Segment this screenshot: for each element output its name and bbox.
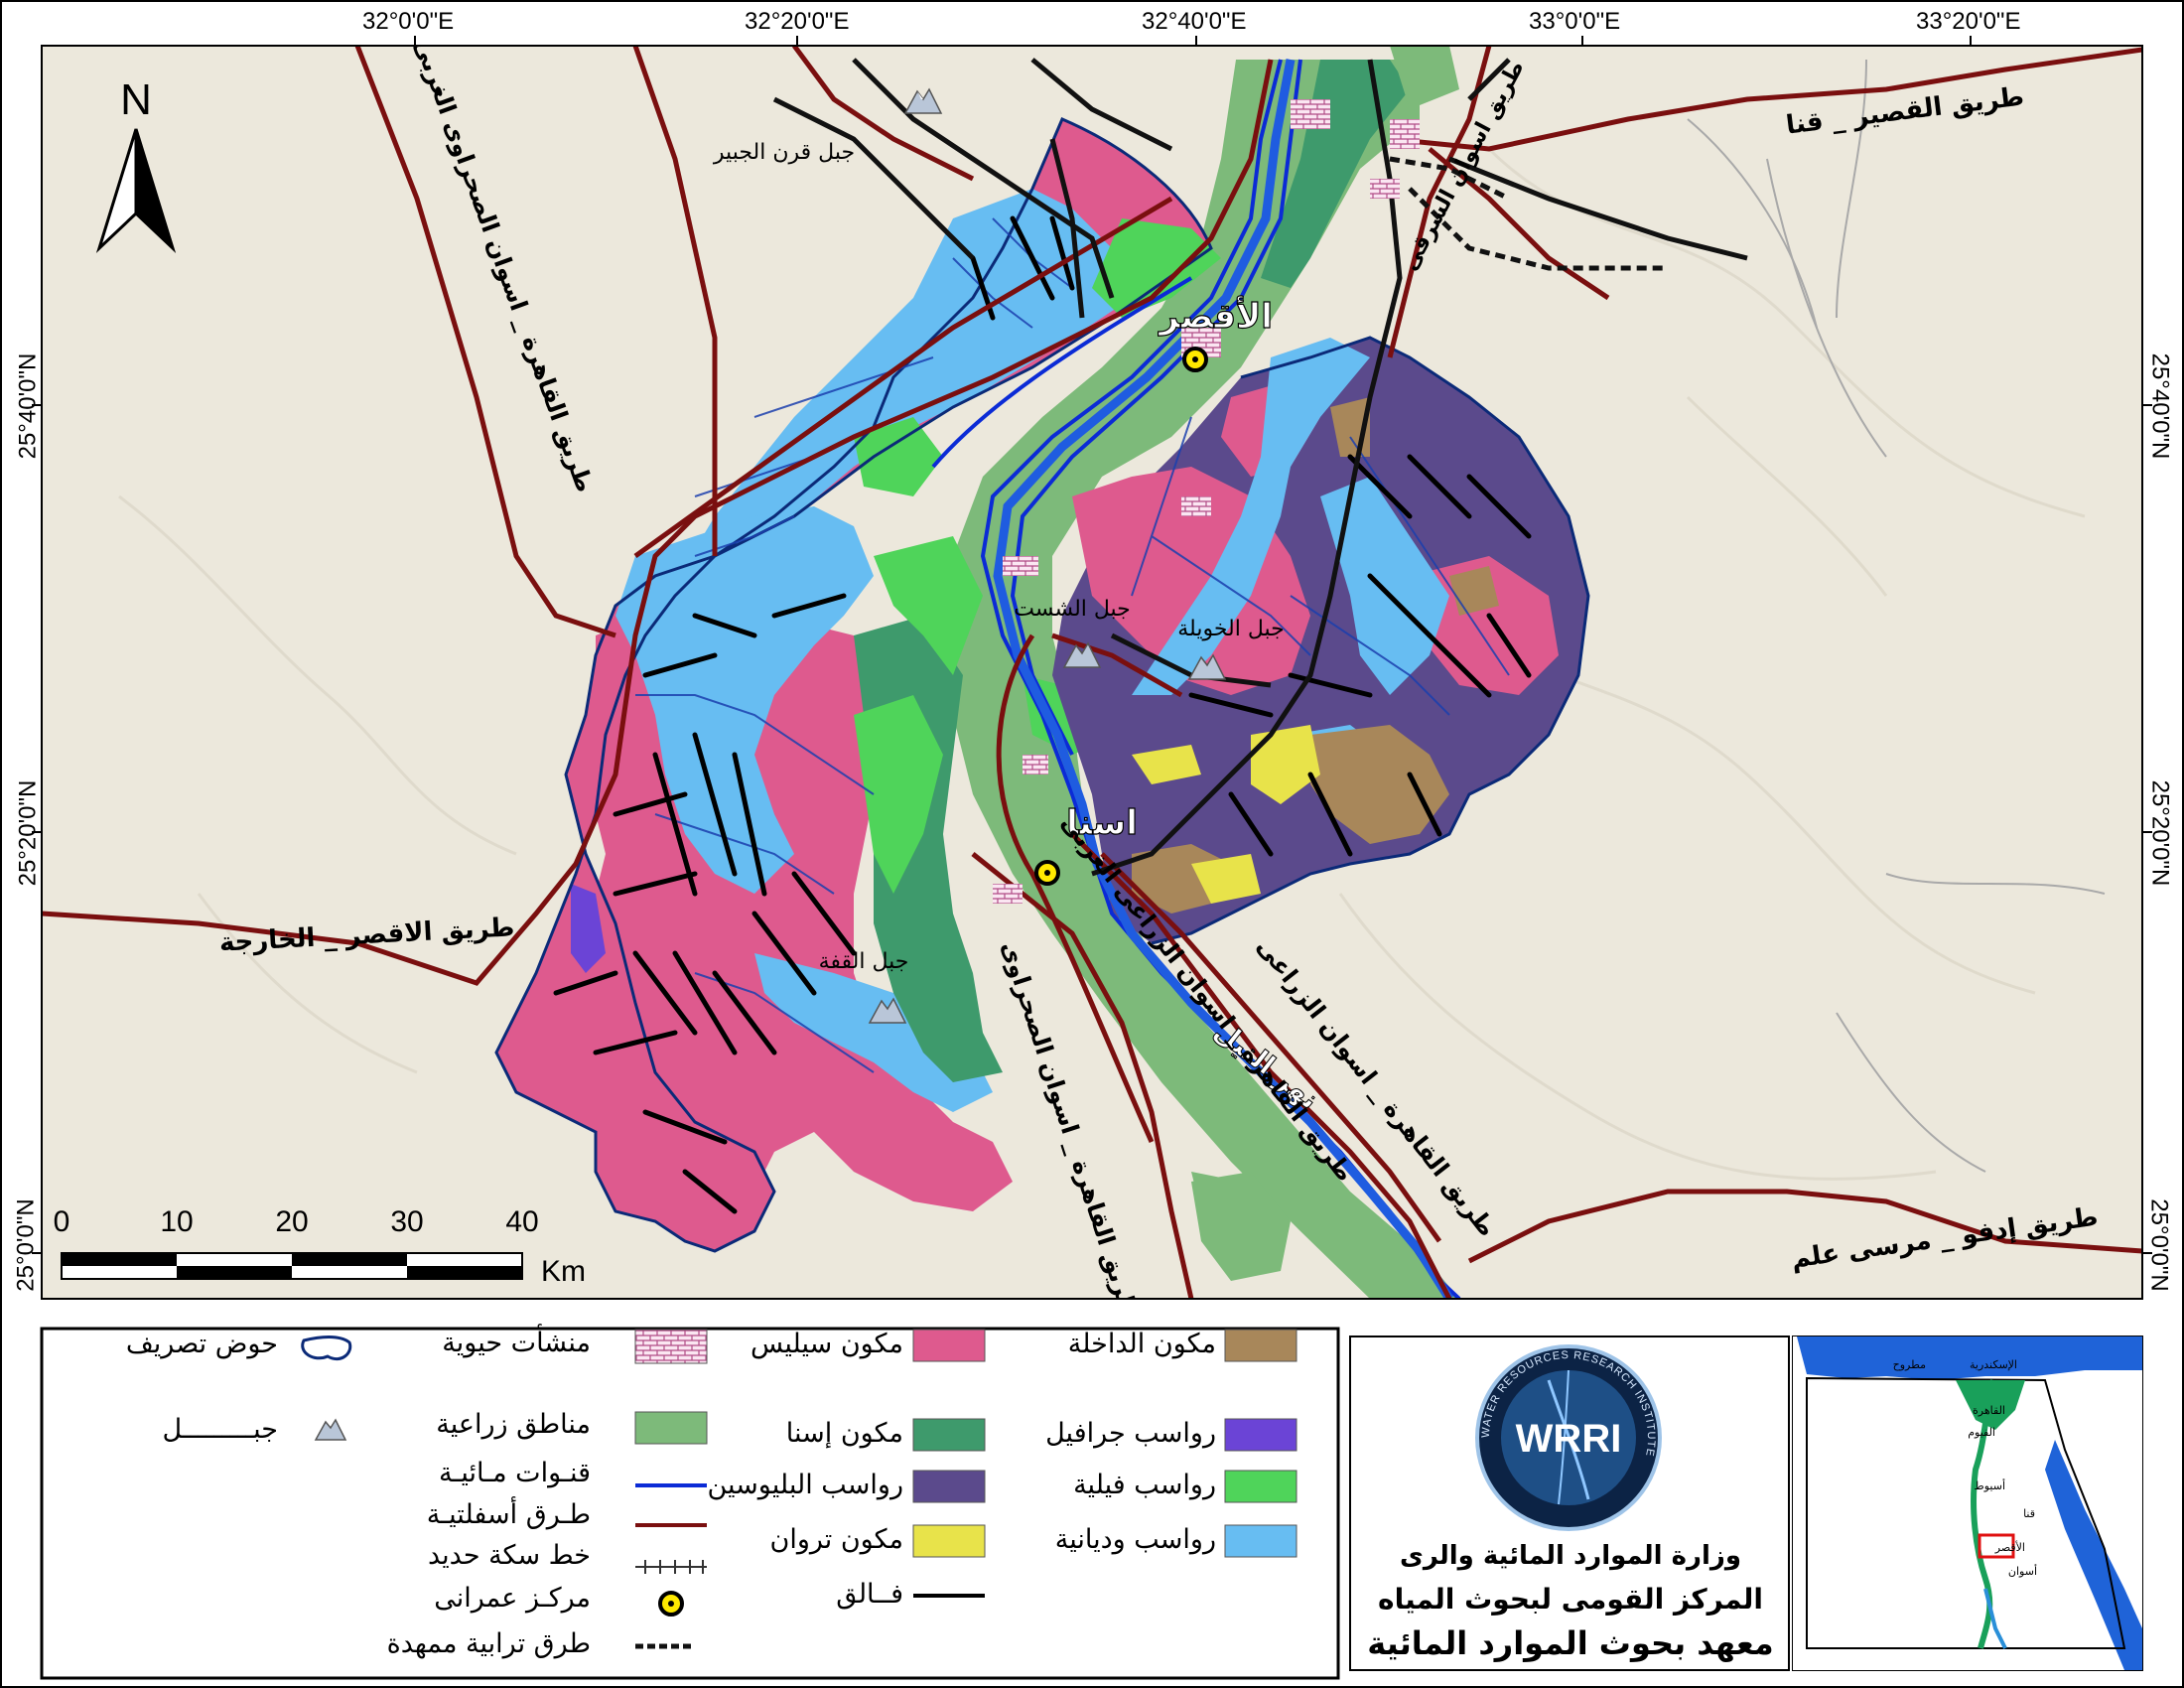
legend-agri: مناطق زراعية	[436, 1409, 591, 1440]
facility-icon	[634, 1329, 708, 1364]
legend-facility: منشأت حيوية	[442, 1328, 591, 1358]
institute-ministry: وزارة الموارد المائية والرى	[1400, 1541, 1741, 1571]
swatch-sils	[912, 1329, 986, 1362]
legend-dakhla: مكون الداخلة	[1067, 1329, 1216, 1359]
inset-map: مطروح الإسكندرية القاهرة الفيوم أسيوط قن…	[1793, 1336, 2142, 1670]
label-khaweyla: جبل الخويلة	[1177, 617, 1284, 641]
legend-dirt-road: طرق ترابية ممهدة	[386, 1628, 591, 1659]
inset-label-qena: قنا	[2023, 1507, 2035, 1520]
legend-sils: مكون سيليس	[750, 1329, 903, 1359]
legend-canal: قنـوات مـائيـة	[438, 1458, 591, 1488]
basin-icon	[301, 1336, 352, 1361]
swatch-wadi	[1224, 1524, 1297, 1558]
scale-tick-10: 10	[160, 1205, 193, 1238]
urban-center-esna[interactable]	[1034, 860, 1060, 886]
coord-right-25-40: 25°40'0"N	[2146, 352, 2174, 460]
scale-tick-0: 0	[54, 1205, 70, 1238]
coord-left-25-40: 25°40'0"N	[14, 352, 42, 460]
urban-center-icon	[658, 1591, 684, 1617]
coord-right-25-0: 25°0'0"N	[2145, 1198, 2173, 1292]
north-label: N	[120, 75, 152, 124]
legend-frame	[40, 1327, 1340, 1680]
inset-label-aswan: أسوان	[2008, 1564, 2037, 1578]
legend-urban: مركـز عمرانى	[434, 1583, 591, 1614]
swatch-gravel	[1224, 1418, 1297, 1452]
legend-esna: مكون إسنا	[785, 1418, 903, 1449]
legend-pliocene: رواسب البليوسين	[707, 1470, 903, 1500]
inset-label-cairo: القاهرة	[1973, 1404, 2005, 1417]
swatch-esna	[912, 1418, 986, 1452]
label-qaqa: جبل القفة	[819, 949, 909, 974]
swatch-tarawan	[912, 1524, 986, 1558]
legend-fault: فــالق	[836, 1579, 903, 1610]
label-qurn: جبل قرن الجبير	[713, 140, 855, 165]
scale-tick-40: 40	[505, 1205, 538, 1238]
label-luxor: الأقصر	[1158, 295, 1273, 337]
wrri-logo: WRRI WATER RESOURCES RESEARCH INSTITUTE	[1475, 1344, 1662, 1531]
inset-label-assiut: أسيوط	[1975, 1478, 2005, 1492]
inset-label-matrouh: مطروح	[1893, 1358, 1927, 1371]
legend-vile: رواسب فيلية	[1073, 1470, 1216, 1500]
scale-tick-20: 20	[275, 1205, 308, 1238]
legend-tarawan: مكون تروان	[769, 1524, 903, 1555]
legend-basin: حوض تصريف	[125, 1329, 278, 1359]
coord-left-25-20: 25°20'0"N	[14, 779, 42, 887]
urban-center-luxor[interactable]	[1182, 347, 1208, 372]
swatch-dakhla	[1224, 1329, 1297, 1362]
legend-railway: خط سكة حديد	[427, 1540, 591, 1571]
inset-label-alexandria: الإسكندرية	[1970, 1358, 2017, 1371]
inset-label-luxor: الأقصر	[1994, 1540, 2025, 1554]
coord-top-32-20: 32°20'0"E	[745, 8, 850, 35]
institute-name: معهد بحوث الموارد المائية	[1367, 1624, 1774, 1662]
institute-center: المركز القومى لبحوث المياه	[1378, 1583, 1763, 1616]
swatch-pliocene	[912, 1470, 986, 1503]
coord-top-33-20: 33°20'0"E	[1916, 8, 2021, 35]
legend-mountain: جبـــــــــل	[162, 1414, 278, 1445]
legend-road: طـرق أسفلتيـة	[426, 1499, 591, 1530]
legend-wadi: رواسب وديانية	[1054, 1524, 1216, 1555]
scale-tick-30: 30	[390, 1205, 423, 1238]
legend-gravel: رواسب جرافيل	[1045, 1418, 1216, 1449]
label-shasht: جبل الشست	[1014, 597, 1131, 622]
agri-icon	[634, 1411, 708, 1445]
coord-top-33-0: 33°0'0"E	[1529, 8, 1621, 35]
coord-top-32-0: 32°0'0"E	[362, 8, 455, 35]
map-area: الأقصر اسنا نهر النيل طريق إدفو _ مرسى ع…	[42, 46, 2142, 1299]
coord-top-32-40: 32°40'0"E	[1142, 8, 1247, 35]
logo-wordmark: WRRI	[1516, 1417, 1622, 1461]
coord-right-25-20: 25°20'0"N	[2146, 779, 2174, 887]
swatch-vile	[1224, 1470, 1297, 1503]
coord-left-25-0: 25°0'0"N	[12, 1198, 40, 1292]
inset-label-fayoum: الفيوم	[1968, 1426, 1995, 1439]
scale-unit: Km	[541, 1255, 586, 1288]
